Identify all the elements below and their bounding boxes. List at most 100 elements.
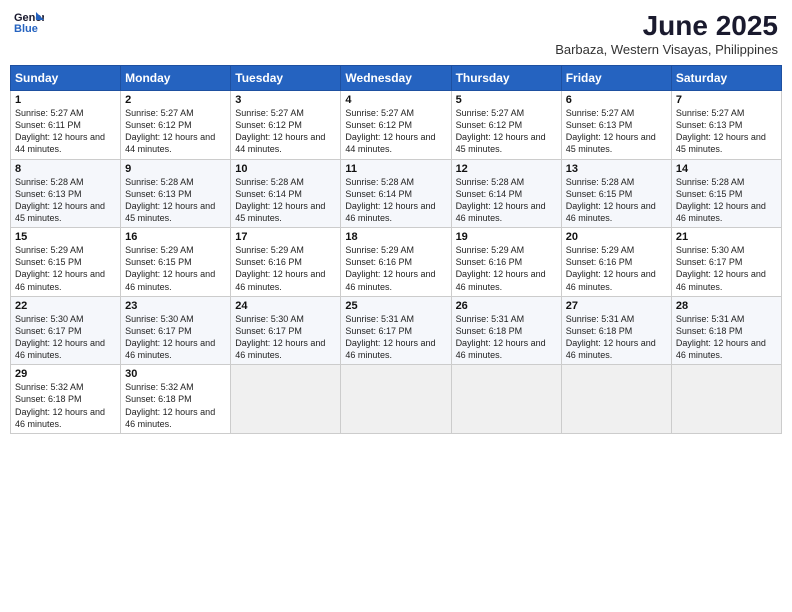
col-wednesday: Wednesday: [341, 66, 451, 91]
calendar-week-row: 8 Sunrise: 5:28 AM Sunset: 6:13 PM Dayli…: [11, 159, 782, 228]
day-number: 4: [345, 94, 446, 106]
title-area: June 2025 Barbaza, Western Visayas, Phil…: [555, 10, 778, 57]
day-info: Sunrise: 5:31 AM Sunset: 6:17 PM Dayligh…: [345, 313, 446, 362]
table-row: 9 Sunrise: 5:28 AM Sunset: 6:13 PM Dayli…: [121, 159, 231, 228]
table-row: 15 Sunrise: 5:29 AM Sunset: 6:15 PM Dayl…: [11, 228, 121, 297]
day-info: Sunrise: 5:31 AM Sunset: 6:18 PM Dayligh…: [566, 313, 667, 362]
table-row: [561, 365, 671, 434]
day-number: 13: [566, 163, 667, 175]
table-row: 23 Sunrise: 5:30 AM Sunset: 6:17 PM Dayl…: [121, 296, 231, 365]
table-row: [671, 365, 781, 434]
day-info: Sunrise: 5:27 AM Sunset: 6:13 PM Dayligh…: [676, 107, 777, 156]
table-row: 18 Sunrise: 5:29 AM Sunset: 6:16 PM Dayl…: [341, 228, 451, 297]
day-number: 19: [456, 231, 557, 243]
day-number: 20: [566, 231, 667, 243]
day-info: Sunrise: 5:29 AM Sunset: 6:16 PM Dayligh…: [235, 244, 336, 293]
table-row: 21 Sunrise: 5:30 AM Sunset: 6:17 PM Dayl…: [671, 228, 781, 297]
day-info: Sunrise: 5:30 AM Sunset: 6:17 PM Dayligh…: [235, 313, 336, 362]
day-info: Sunrise: 5:29 AM Sunset: 6:16 PM Dayligh…: [345, 244, 446, 293]
table-row: 7 Sunrise: 5:27 AM Sunset: 6:13 PM Dayli…: [671, 91, 781, 160]
day-info: Sunrise: 5:28 AM Sunset: 6:14 PM Dayligh…: [235, 176, 336, 225]
calendar-week-row: 15 Sunrise: 5:29 AM Sunset: 6:15 PM Dayl…: [11, 228, 782, 297]
day-number: 24: [235, 300, 336, 312]
table-row: 5 Sunrise: 5:27 AM Sunset: 6:12 PM Dayli…: [451, 91, 561, 160]
col-tuesday: Tuesday: [231, 66, 341, 91]
location: Barbaza, Western Visayas, Philippines: [555, 42, 778, 57]
day-number: 7: [676, 94, 777, 106]
table-row: 30 Sunrise: 5:32 AM Sunset: 6:18 PM Dayl…: [121, 365, 231, 434]
calendar-week-row: 1 Sunrise: 5:27 AM Sunset: 6:11 PM Dayli…: [11, 91, 782, 160]
table-row: 10 Sunrise: 5:28 AM Sunset: 6:14 PM Dayl…: [231, 159, 341, 228]
col-saturday: Saturday: [671, 66, 781, 91]
col-friday: Friday: [561, 66, 671, 91]
day-info: Sunrise: 5:28 AM Sunset: 6:13 PM Dayligh…: [15, 176, 116, 225]
day-number: 29: [15, 368, 116, 380]
calendar-week-row: 29 Sunrise: 5:32 AM Sunset: 6:18 PM Dayl…: [11, 365, 782, 434]
month-title: June 2025: [555, 10, 778, 42]
day-number: 3: [235, 94, 336, 106]
day-number: 1: [15, 94, 116, 106]
svg-text:Blue: Blue: [14, 23, 38, 34]
table-row: 14 Sunrise: 5:28 AM Sunset: 6:15 PM Dayl…: [671, 159, 781, 228]
day-info: Sunrise: 5:32 AM Sunset: 6:18 PM Dayligh…: [15, 381, 116, 430]
calendar-table: Sunday Monday Tuesday Wednesday Thursday…: [10, 65, 782, 434]
day-number: 22: [15, 300, 116, 312]
day-number: 14: [676, 163, 777, 175]
calendar-week-row: 22 Sunrise: 5:30 AM Sunset: 6:17 PM Dayl…: [11, 296, 782, 365]
table-row: 28 Sunrise: 5:31 AM Sunset: 6:18 PM Dayl…: [671, 296, 781, 365]
day-info: Sunrise: 5:30 AM Sunset: 6:17 PM Dayligh…: [676, 244, 777, 293]
logo-icon: General Blue: [14, 10, 44, 34]
day-number: 15: [15, 231, 116, 243]
col-sunday: Sunday: [11, 66, 121, 91]
day-number: 8: [15, 163, 116, 175]
table-row: 25 Sunrise: 5:31 AM Sunset: 6:17 PM Dayl…: [341, 296, 451, 365]
day-info: Sunrise: 5:31 AM Sunset: 6:18 PM Dayligh…: [676, 313, 777, 362]
day-info: Sunrise: 5:27 AM Sunset: 6:12 PM Dayligh…: [345, 107, 446, 156]
day-number: 9: [125, 163, 226, 175]
day-info: Sunrise: 5:31 AM Sunset: 6:18 PM Dayligh…: [456, 313, 557, 362]
table-row: 24 Sunrise: 5:30 AM Sunset: 6:17 PM Dayl…: [231, 296, 341, 365]
table-row: 22 Sunrise: 5:30 AM Sunset: 6:17 PM Dayl…: [11, 296, 121, 365]
day-info: Sunrise: 5:28 AM Sunset: 6:14 PM Dayligh…: [345, 176, 446, 225]
day-info: Sunrise: 5:27 AM Sunset: 6:11 PM Dayligh…: [15, 107, 116, 156]
day-info: Sunrise: 5:28 AM Sunset: 6:15 PM Dayligh…: [676, 176, 777, 225]
day-number: 18: [345, 231, 446, 243]
day-number: 26: [456, 300, 557, 312]
day-number: 5: [456, 94, 557, 106]
day-info: Sunrise: 5:30 AM Sunset: 6:17 PM Dayligh…: [125, 313, 226, 362]
table-row: [231, 365, 341, 434]
table-row: 20 Sunrise: 5:29 AM Sunset: 6:16 PM Dayl…: [561, 228, 671, 297]
table-row: 17 Sunrise: 5:29 AM Sunset: 6:16 PM Dayl…: [231, 228, 341, 297]
day-info: Sunrise: 5:27 AM Sunset: 6:12 PM Dayligh…: [235, 107, 336, 156]
calendar-header-row: Sunday Monday Tuesday Wednesday Thursday…: [11, 66, 782, 91]
day-number: 16: [125, 231, 226, 243]
day-number: 21: [676, 231, 777, 243]
day-number: 27: [566, 300, 667, 312]
table-row: 8 Sunrise: 5:28 AM Sunset: 6:13 PM Dayli…: [11, 159, 121, 228]
day-info: Sunrise: 5:27 AM Sunset: 6:13 PM Dayligh…: [566, 107, 667, 156]
day-info: Sunrise: 5:28 AM Sunset: 6:14 PM Dayligh…: [456, 176, 557, 225]
header: General Blue June 2025 Barbaza, Western …: [10, 10, 782, 57]
table-row: 6 Sunrise: 5:27 AM Sunset: 6:13 PM Dayli…: [561, 91, 671, 160]
table-row: 16 Sunrise: 5:29 AM Sunset: 6:15 PM Dayl…: [121, 228, 231, 297]
table-row: [341, 365, 451, 434]
day-number: 30: [125, 368, 226, 380]
day-info: Sunrise: 5:29 AM Sunset: 6:16 PM Dayligh…: [566, 244, 667, 293]
day-info: Sunrise: 5:27 AM Sunset: 6:12 PM Dayligh…: [456, 107, 557, 156]
day-info: Sunrise: 5:27 AM Sunset: 6:12 PM Dayligh…: [125, 107, 226, 156]
table-row: 1 Sunrise: 5:27 AM Sunset: 6:11 PM Dayli…: [11, 91, 121, 160]
day-info: Sunrise: 5:29 AM Sunset: 6:15 PM Dayligh…: [125, 244, 226, 293]
day-info: Sunrise: 5:29 AM Sunset: 6:15 PM Dayligh…: [15, 244, 116, 293]
day-info: Sunrise: 5:30 AM Sunset: 6:17 PM Dayligh…: [15, 313, 116, 362]
day-number: 12: [456, 163, 557, 175]
table-row: 3 Sunrise: 5:27 AM Sunset: 6:12 PM Dayli…: [231, 91, 341, 160]
day-number: 23: [125, 300, 226, 312]
day-number: 25: [345, 300, 446, 312]
table-row: 11 Sunrise: 5:28 AM Sunset: 6:14 PM Dayl…: [341, 159, 451, 228]
day-number: 6: [566, 94, 667, 106]
day-number: 2: [125, 94, 226, 106]
table-row: [451, 365, 561, 434]
table-row: 19 Sunrise: 5:29 AM Sunset: 6:16 PM Dayl…: [451, 228, 561, 297]
table-row: 27 Sunrise: 5:31 AM Sunset: 6:18 PM Dayl…: [561, 296, 671, 365]
logo: General Blue: [14, 10, 44, 34]
